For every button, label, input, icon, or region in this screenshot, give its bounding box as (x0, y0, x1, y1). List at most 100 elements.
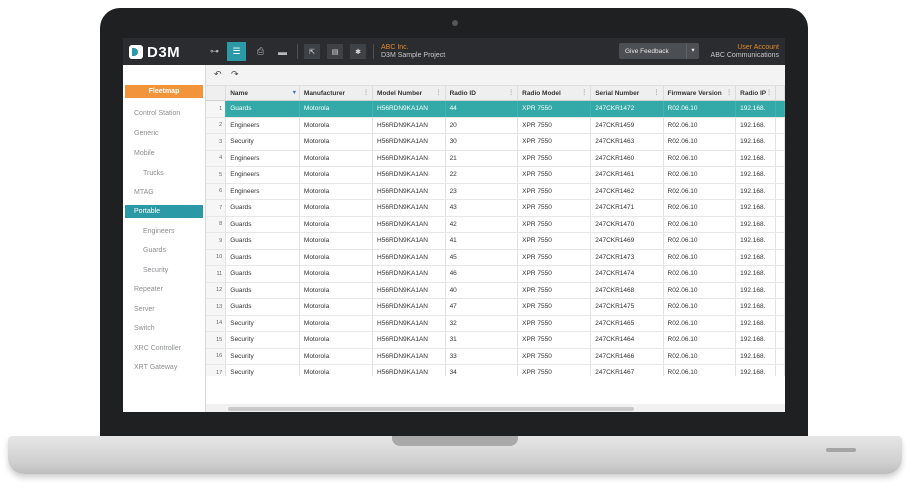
table-cell[interactable]: XPR 7550 (517, 265, 592, 283)
table-cell[interactable]: XPR 7550 (517, 133, 592, 151)
column-header[interactable]: Model Number ⋮ (372, 86, 446, 101)
table-cell[interactable]: Motorola (299, 117, 374, 134)
table-cell[interactable]: XPR 7550 (517, 150, 592, 167)
table-cell[interactable]: Guards (225, 249, 300, 266)
table-cell[interactable]: H56RDN9KA1AN (372, 282, 446, 299)
list-icon[interactable]: ☰ (227, 42, 246, 61)
sidebar-item[interactable]: Security (143, 264, 168, 277)
table-cell[interactable]: 247CKR1470 (590, 216, 664, 233)
project-info[interactable]: ABC Inc. D3M Sample Project (381, 44, 445, 60)
d3m-logo[interactable]: D3M (129, 43, 180, 61)
table-cell[interactable]: Engineers (225, 166, 300, 184)
table-cell[interactable]: R02.06.10 (663, 216, 737, 233)
table-cell[interactable]: R02.06.10 (663, 315, 737, 332)
table-cell[interactable]: Motorola (299, 150, 374, 167)
table-cell[interactable]: H56RDN9KA1AN (372, 199, 446, 217)
sidebar-item[interactable]: Guards (143, 244, 166, 257)
table-cell[interactable]: 192.168. (735, 166, 776, 184)
table-cell[interactable]: Motorola (299, 166, 374, 184)
table-cell[interactable]: R02.06.10 (663, 199, 737, 217)
table-cell[interactable]: 20 (445, 117, 519, 134)
column-menu-icon[interactable]: ⋮ (581, 89, 587, 96)
column-header[interactable]: Radio ID ⋮ (445, 86, 519, 101)
table-cell[interactable]: 247CKR1472 (590, 100, 664, 118)
table-cell[interactable]: 192.168. (735, 133, 776, 151)
table-cell[interactable]: 34 (445, 364, 519, 376)
sidebar-item[interactable]: Repeater (134, 283, 163, 296)
table-cell[interactable]: Motorola (299, 348, 374, 365)
table-cell[interactable]: R02.06.10 (663, 117, 737, 134)
table-cell[interactable]: Motorola (299, 265, 374, 283)
sitemap-icon[interactable]: ⊶ (205, 42, 224, 61)
sidebar-item[interactable]: Control Station (134, 107, 180, 120)
table-cell[interactable]: 192.168. (735, 183, 776, 200)
table-cell[interactable]: Motorola (299, 232, 374, 250)
table-cell[interactable]: R02.06.10 (663, 249, 737, 266)
table-cell[interactable]: Engineers (225, 117, 300, 134)
sidebar-item[interactable]: Trucks (143, 167, 164, 180)
table-cell[interactable]: H56RDN9KA1AN (372, 249, 446, 266)
table-cell[interactable]: Motorola (299, 298, 374, 316)
table-cell[interactable]: 42 (445, 216, 519, 233)
column-menu-icon[interactable]: ⋮ (436, 89, 442, 96)
table-cell[interactable]: 192.168. (735, 117, 776, 134)
table-cell[interactable]: Motorola (299, 133, 374, 151)
table-cell[interactable]: Motorola (299, 364, 374, 376)
sidebar-item[interactable]: Generic (134, 127, 159, 140)
table-cell[interactable]: Motorola (299, 199, 374, 217)
table-cell[interactable]: XPR 7550 (517, 282, 592, 299)
table-cell[interactable]: 247CKR1466 (590, 348, 664, 365)
folder-icon[interactable]: ▬ (273, 42, 292, 61)
column-header[interactable]: Firmware Version ⋮ (663, 86, 737, 101)
undo-icon[interactable]: ↶ (214, 69, 222, 80)
table-cell[interactable]: H56RDN9KA1AN (372, 166, 446, 184)
table-cell[interactable]: 33 (445, 348, 519, 365)
table-cell[interactable]: XPR 7550 (517, 348, 592, 365)
give-feedback-button[interactable]: Give Feedback ▾ (619, 43, 699, 59)
table-cell[interactable]: R02.06.10 (663, 150, 737, 167)
table-cell[interactable]: 192.168. (735, 315, 776, 332)
table-cell[interactable]: Guards (225, 265, 300, 283)
table-cell[interactable]: R02.06.10 (663, 232, 737, 250)
table-cell[interactable]: 45 (445, 249, 519, 266)
table-cell[interactable]: 192.168. (735, 100, 776, 118)
export-icon[interactable]: ⇱ (304, 44, 320, 59)
table-cell[interactable]: H56RDN9KA1AN (372, 216, 446, 233)
table-cell[interactable]: H56RDN9KA1AN (372, 331, 446, 349)
gear-icon[interactable]: ✱ (350, 44, 366, 59)
table-row[interactable]: 15 Security Motorola H56RDN9KA1AN 31 XPR 7550… (206, 331, 785, 349)
table-cell[interactable]: Guards (225, 199, 300, 217)
table-row[interactable]: 12 Guards Motorola H56RDN9KA1AN 40 XPR 7550 24… (206, 282, 785, 299)
table-cell[interactable]: 247CKR1475 (590, 298, 664, 316)
table-cell[interactable]: Engineers (225, 183, 300, 200)
table-cell[interactable]: XPR 7550 (517, 298, 592, 316)
table-cell[interactable]: XPR 7550 (517, 216, 592, 233)
table-row[interactable]: 10 Guards Motorola H56RDN9KA1AN 45 XPR 7550 24… (206, 249, 785, 266)
table-cell[interactable]: Motorola (299, 249, 374, 266)
table-row[interactable]: 8 Guards Motorola H56RDN9KA1AN 42 XPR 7550 247… (206, 216, 785, 233)
table-cell[interactable]: R02.06.10 (663, 183, 737, 200)
column-menu-icon[interactable]: ⋮ (508, 89, 514, 96)
table-cell[interactable]: H56RDN9KA1AN (372, 348, 446, 365)
table-cell[interactable]: XPR 7550 (517, 331, 592, 349)
table-cell[interactable]: R02.06.10 (663, 282, 737, 299)
table-cell[interactable]: 192.168. (735, 249, 776, 266)
sort-desc-icon[interactable]: ▾ (293, 89, 296, 96)
table-cell[interactable]: 247CKR1474 (590, 265, 664, 283)
table-row[interactable]: 3 Security Motorola H56RDN9KA1AN 30 XPR 7550 2… (206, 133, 785, 151)
table-cell[interactable]: 192.168. (735, 150, 776, 167)
table-cell[interactable]: 192.168. (735, 298, 776, 316)
table-row[interactable]: 1 Guards Motorola H56RDN9KA1AN 44 XPR 7550 247… (206, 100, 785, 118)
column-header[interactable]: Radio IP ⋮ (735, 86, 776, 101)
table-cell[interactable]: Security (225, 331, 300, 349)
column-header[interactable]: Name ▾ (225, 86, 300, 101)
table-cell[interactable]: 192.168. (735, 364, 776, 376)
table-cell[interactable]: 47 (445, 298, 519, 316)
table-cell[interactable]: Motorola (299, 100, 374, 118)
table-cell[interactable]: Motorola (299, 183, 374, 200)
table-row[interactable]: 2 Engineers Motorola H56RDN9KA1AN 20 XPR 7550… (206, 117, 785, 134)
table-cell[interactable]: H56RDN9KA1AN (372, 183, 446, 200)
column-header[interactable]: Manufacturer ⋮ (299, 86, 374, 101)
table-cell[interactable]: H56RDN9KA1AN (372, 265, 446, 283)
sidebar-item[interactable]: Switch (134, 322, 155, 335)
